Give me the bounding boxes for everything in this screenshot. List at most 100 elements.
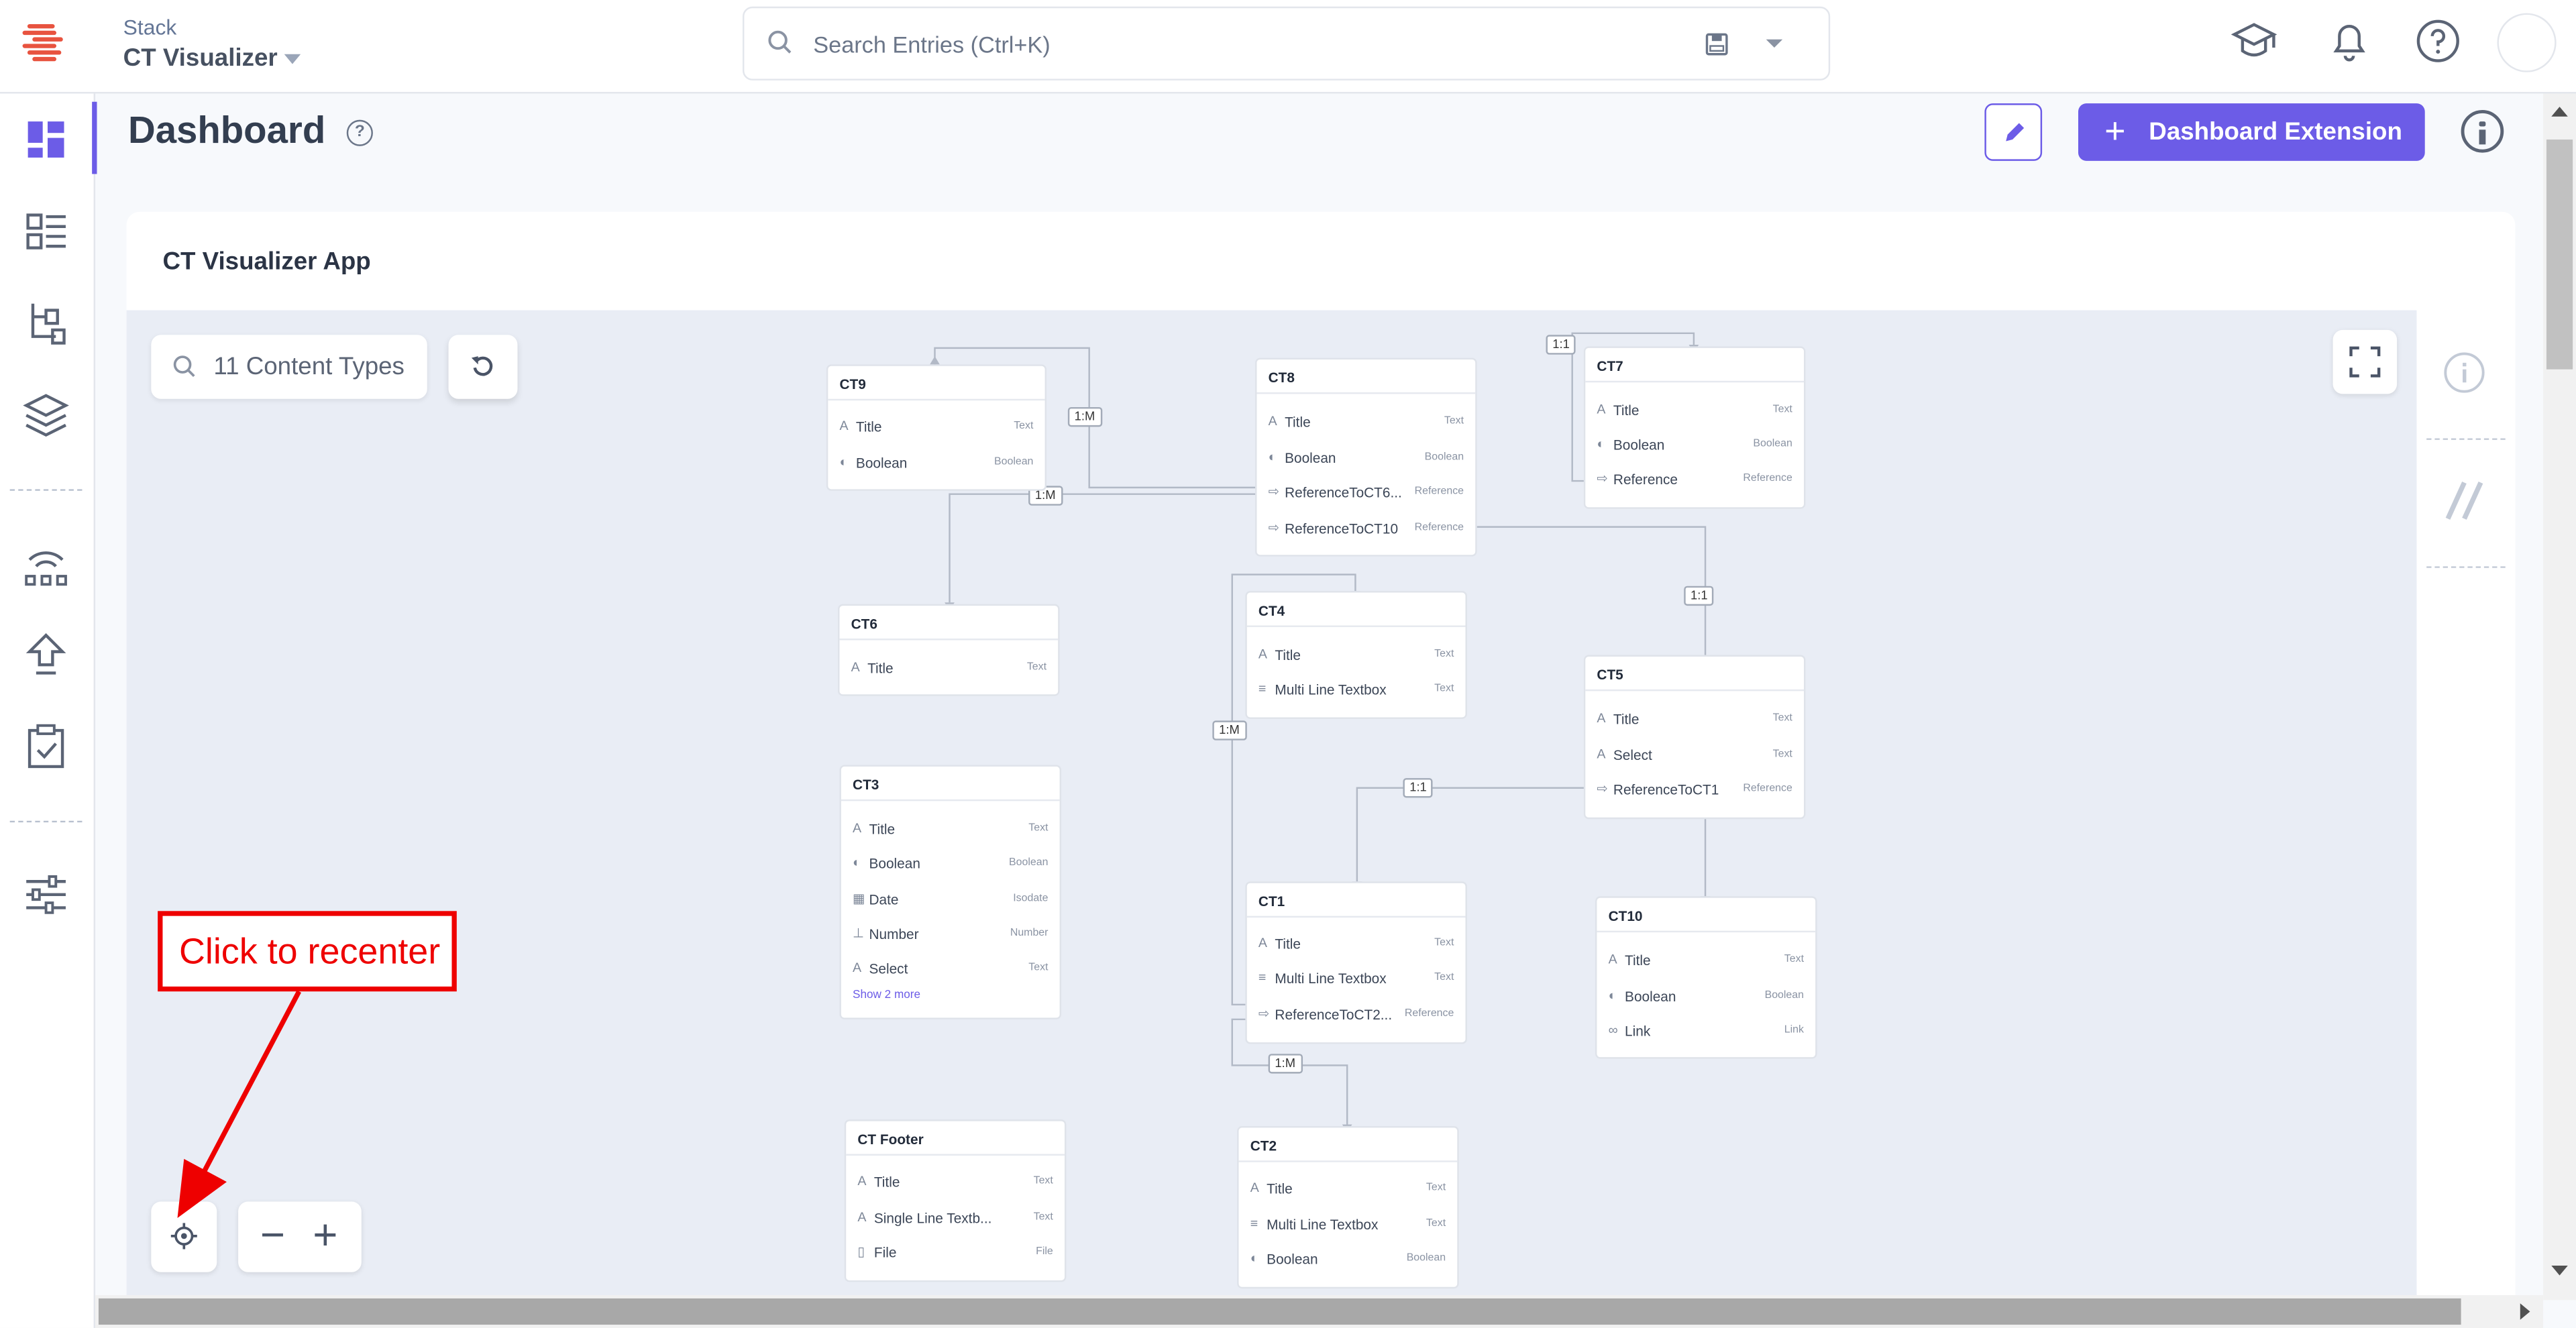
field-row: ◐ Boolean Boolean (839, 454, 1034, 472)
edit-dashboard-button[interactable] (1984, 103, 2043, 161)
annotation-text: Click to recenter (178, 930, 441, 972)
search-input[interactable]: Search Entries (Ctrl+K) (813, 32, 1050, 58)
field-row: A Title Text (1597, 710, 1792, 728)
expand-icon (2349, 346, 2381, 378)
dashboard-extension-label: Dashboard Extension (2149, 118, 2402, 146)
vertical-scrollbar[interactable] (2543, 93, 2576, 1301)
field-row: ⇨ ReferenceToCT10 Reference (1268, 520, 1464, 537)
relation-label: 1:1 (1684, 586, 1715, 606)
help-circle-icon[interactable]: ? (346, 119, 373, 146)
field-row: ▦ Date Isodate (853, 891, 1049, 908)
field-row: A Select Text (853, 960, 1049, 977)
field-row: ◐ Boolean Boolean (1597, 437, 1792, 453)
stack-name: CT Visualizer (123, 44, 278, 72)
field-row: ◐ Boolean Boolean (853, 855, 1049, 872)
content-type-node[interactable]: CT7 A Title Text ◐ Boolean Boolean ⇨ Referenc… (1583, 346, 1806, 509)
field-row: ⊥ Number Number (853, 926, 1049, 942)
field-row: ◐ Boolean Boolean (1608, 988, 1805, 1005)
avatar[interactable] (2497, 13, 2557, 72)
reset-button[interactable] (448, 335, 518, 399)
field-row: A Title Text (1258, 936, 1454, 952)
entries-icon[interactable] (19, 205, 72, 258)
content-type-node[interactable]: CT5 A Title Text A Select Text ⇨ ReferenceToC… (1583, 655, 1806, 820)
relation-label: 1:1 (1546, 335, 1576, 355)
visualizer-canvas[interactable]: 1:M 1:M 1:1 1:1 1:M 1:1 1:M CT9 A Title Te… (126, 310, 2417, 1295)
content-models-icon[interactable] (19, 297, 72, 349)
chevron-down-icon[interactable] (1764, 38, 1784, 51)
field-row: ≡ Multi Line Textbox Text (1258, 681, 1454, 698)
field-row: A Title Text (1608, 952, 1805, 969)
bell-icon[interactable] (2324, 16, 2373, 65)
stack-selector[interactable]: CT Visualizer (123, 44, 301, 72)
academy-icon[interactable] (2229, 16, 2278, 65)
annotation-callout: Click to recenter (158, 911, 457, 992)
field-row: ⇨ ReferenceToCT6... Reference (1268, 484, 1464, 501)
annotation-arrow (177, 990, 301, 1218)
undo-icon (471, 356, 493, 376)
search-entries[interactable]: Search Entries (Ctrl+K) (742, 6, 1831, 80)
fullscreen-button[interactable] (2332, 329, 2398, 394)
right-panel (2416, 310, 2516, 1295)
field-row: A Title Text (853, 820, 1049, 838)
content-type-node[interactable]: CT9 A Title Text ◐ Boolean Boolean (826, 364, 1047, 491)
content-type-node[interactable]: CT4 A Title Text ≡ Multi Line Textbox Text (1245, 591, 1467, 719)
contentstack-logo[interactable] (19, 19, 68, 66)
field-row: A Title Text (857, 1173, 1053, 1191)
tasks-icon[interactable] (19, 720, 72, 773)
content-type-node[interactable]: CT1 A Title Text ≡ Multi Line Textbox Text ⇨… (1245, 881, 1467, 1044)
content-type-node[interactable]: CT3 A Title Text ◐ Boolean Boolean ▦ Date Isod… (839, 765, 1062, 1019)
content-type-node[interactable]: CT8 A Title Text ◐ Boolean Boolean ⇨ Referenc… (1255, 357, 1477, 557)
search-icon (173, 355, 195, 378)
field-row: ⇨ Reference Reference (1597, 471, 1792, 488)
node-title: CT3 (853, 776, 879, 793)
field-row: A Title Text (839, 419, 1034, 435)
relation-label: 1:M (1067, 406, 1102, 427)
node-title: CT Footer (857, 1131, 924, 1148)
scroll-thumb[interactable] (98, 1298, 2461, 1325)
stack-label: Stack (123, 15, 177, 40)
dashboard-icon[interactable] (19, 113, 72, 166)
content-type-node[interactable]: CT2 A Title Text ≡ Multi Line Textbox Text ◐… (1237, 1125, 1459, 1289)
pencil-icon (2006, 123, 2025, 142)
show-more-link[interactable]: Show 2 more (853, 990, 920, 1001)
deploy-icon[interactable] (19, 628, 72, 681)
assets-stack-icon[interactable] (19, 389, 72, 441)
saved-search-icon[interactable] (1704, 32, 1730, 58)
node-title: CT7 (1597, 357, 1623, 375)
left-navigation (0, 93, 96, 1328)
content-type-node[interactable]: CT Footer A Title Text A Single Line Textb.… (844, 1119, 1067, 1282)
content-type-node[interactable]: CT6 A Title Text (837, 604, 1060, 696)
node-title: CT6 (851, 615, 877, 632)
field-row: ◐ Boolean Boolean (1250, 1250, 1446, 1268)
relation-label: 1:M (1268, 1054, 1302, 1074)
field-row: A Select Text (1597, 746, 1792, 764)
info-icon[interactable] (2461, 109, 2504, 153)
plus-icon: + (2104, 109, 2126, 152)
field-row: ∞ Link Link (1608, 1022, 1805, 1040)
collapse-panel-icon[interactable] (2441, 480, 2487, 522)
settings-sliders-icon[interactable] (19, 869, 72, 921)
field-row: A Single Line Textb... Text (857, 1209, 1053, 1227)
relation-label: 1:M (1212, 720, 1246, 740)
dashboard-extension-button[interactable]: + Dashboard Extension (2078, 103, 2425, 161)
horizontal-scrollbar[interactable] (95, 1294, 2544, 1328)
field-row: A Title Text (851, 659, 1047, 677)
content-type-node[interactable]: CT10 A Title Text ◐ Boolean Boolean ∞ Link Lin… (1595, 896, 1817, 1059)
field-row: ≡ Multi Line Textbox Text (1250, 1216, 1446, 1233)
nav-divider (9, 489, 83, 491)
webhooks-icon[interactable] (19, 537, 72, 589)
field-row: ⇨ ReferenceToCT2... Reference (1258, 1006, 1454, 1023)
help-icon[interactable] (2414, 16, 2463, 65)
info-icon[interactable] (2443, 351, 2486, 394)
scroll-thumb[interactable] (2546, 140, 2573, 370)
node-title: CT2 (1250, 1138, 1277, 1154)
card-title: CT Visualizer App (162, 247, 371, 276)
nav-active-indicator (92, 101, 97, 174)
relation-label: 1:1 (1403, 778, 1434, 798)
ct-visualizer-card: CT Visualizer App 1:M 1:M 1:1 1:1 1:M 1:… (126, 211, 2516, 1295)
field-row: A Title Text (1597, 402, 1792, 419)
node-title: CT5 (1597, 666, 1623, 683)
node-title: CT9 (839, 376, 866, 392)
node-title: CT10 (1608, 907, 1643, 924)
content-types-search[interactable]: 11 Content Types (151, 335, 427, 399)
